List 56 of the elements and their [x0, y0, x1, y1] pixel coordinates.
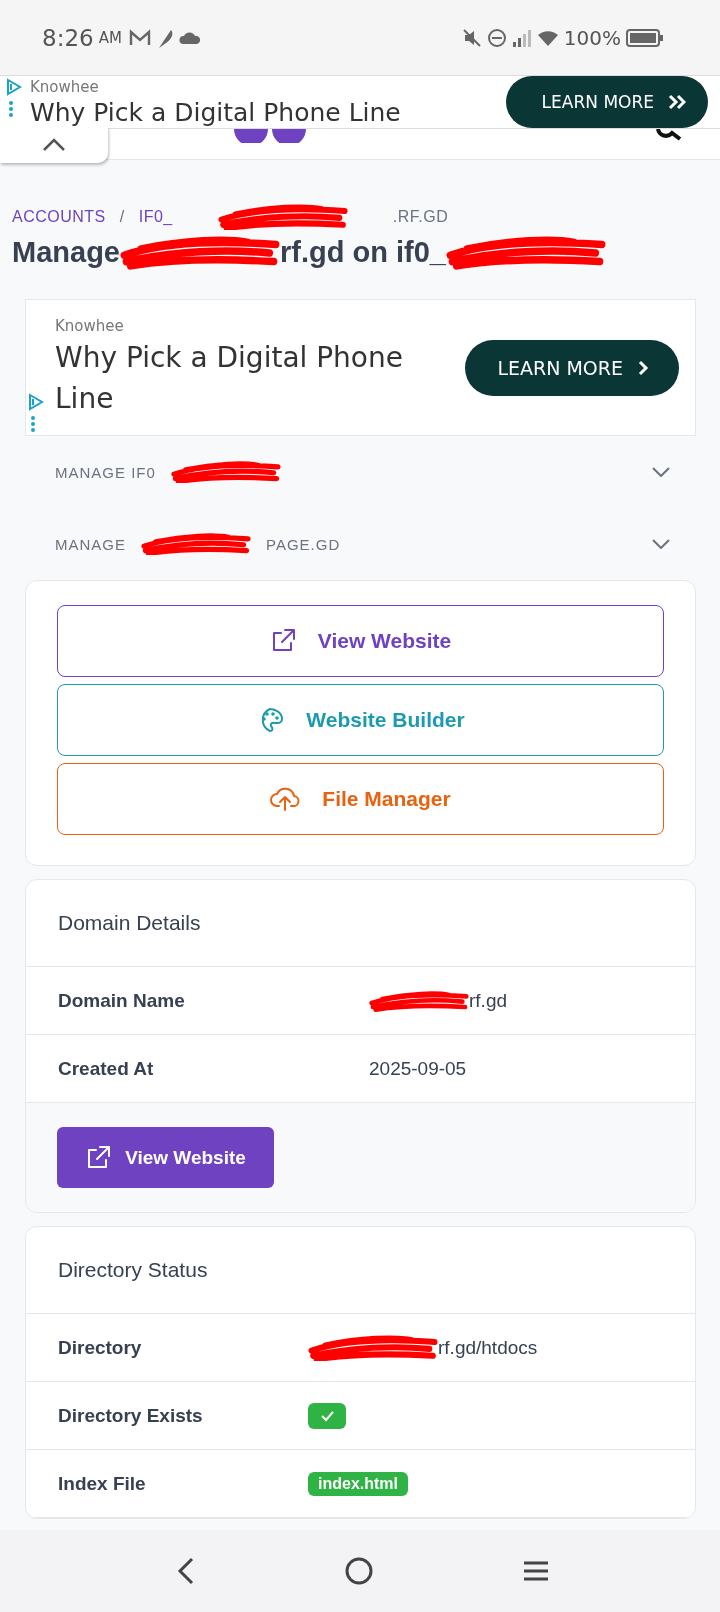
battery-percent: 100% [563, 25, 621, 50]
action-button[interactable]: Website Builder [57, 684, 664, 756]
page-title: rf.gd on if0_ [280, 235, 446, 269]
breadcrumb-link[interactable]: ACCOUNTS [12, 208, 106, 226]
battery-icon [626, 27, 664, 48]
do-not-disturb-icon [486, 27, 507, 48]
action-button[interactable]: File Manager [57, 763, 664, 835]
field-label: Domain Name [58, 989, 186, 1012]
ad-choices-icon [28, 393, 44, 433]
back-icon [176, 1556, 196, 1586]
field-value: rf.gd/htdocs [438, 1336, 538, 1359]
ad-choices-icon [6, 78, 22, 118]
home-icon [344, 1556, 374, 1586]
breadcrumb-current: .RF.GD [392, 208, 449, 226]
accordion-title: MANAGE IF0 [55, 463, 156, 481]
chevron-down-icon [652, 539, 670, 549]
learn-more-button[interactable]: LEARN MORE [465, 339, 679, 396]
breadcrumb-separator: / [119, 208, 125, 226]
view-website-button[interactable]: View Website [57, 1127, 274, 1188]
double-chevron-icon [668, 94, 686, 110]
cloud-upload-icon [270, 786, 301, 812]
accordion-title: MANAGE [55, 535, 126, 553]
menu-icon [522, 1559, 550, 1583]
collapse-button[interactable] [0, 127, 108, 163]
muted-speaker-icon [461, 27, 482, 48]
field-value: 2025-09-05 [369, 1057, 467, 1080]
field-label: Index File [58, 1472, 147, 1495]
chevron-up-icon [42, 138, 66, 152]
learn-more-button[interactable]: LEARN MORE [505, 76, 708, 128]
breadcrumb-link[interactable]: IF0_ [138, 208, 173, 226]
chevron-down-icon [652, 467, 670, 477]
clock-time: 8:26 [42, 24, 94, 51]
accordion-header[interactable]: MANAGE PAGE.GD [25, 508, 696, 580]
accordion-title: PAGE.GD [266, 535, 341, 553]
cloud-icon [178, 30, 201, 45]
signal-icon [511, 27, 532, 48]
file-tag: index.html [308, 1471, 408, 1496]
ad-headline: Why Pick a Digital Phone Line [55, 339, 404, 417]
accordion-header[interactable]: MANAGE IF0 [25, 436, 696, 508]
advertiser-name: Knowhee [30, 77, 100, 96]
field-label: Directory [58, 1336, 143, 1359]
field-label: Created At [58, 1057, 155, 1080]
search-icon [654, 129, 684, 141]
external-link-icon [85, 1144, 112, 1171]
wifi-icon [536, 28, 559, 47]
page-title: Manage [12, 235, 120, 269]
card-title: Domain Details [26, 880, 695, 967]
ad-headline: Why Pick a Digital Phone Line [30, 97, 402, 127]
chevron-right-icon [637, 359, 649, 376]
advertiser-name: Knowhee [55, 316, 125, 335]
action-button[interactable]: View Website [57, 605, 664, 677]
field-value: rf.gd [469, 989, 508, 1012]
clock-period: AM [98, 28, 122, 47]
card-title: Directory Status [26, 1227, 695, 1314]
field-label: Directory Exists [58, 1404, 204, 1427]
mail-icon [128, 28, 151, 47]
